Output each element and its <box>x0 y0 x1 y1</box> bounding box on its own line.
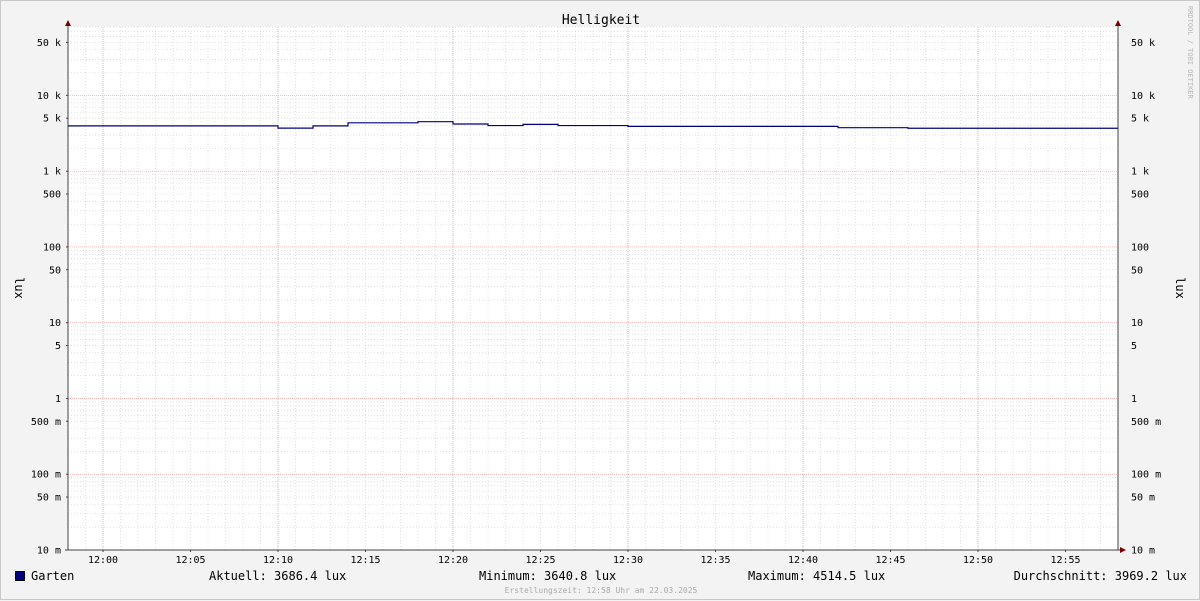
y-tick-label-right: 50 <box>1131 265 1143 276</box>
x-tick-label: 12:05 <box>175 555 205 566</box>
stat-minimum: Minimum: 3640.8 lux <box>479 569 617 583</box>
legend-swatch <box>15 571 25 581</box>
y-axis-arrow-left <box>65 20 71 26</box>
y-tick-label-left: 1 <box>55 394 61 405</box>
x-tick-label: 12:55 <box>1050 555 1080 566</box>
x-tick-label: 12:20 <box>438 555 468 566</box>
y-tick-label-left: 5 k <box>43 114 61 125</box>
stat-current: Aktuell: 3686.4 lux <box>209 569 347 583</box>
y-tick-label-right: 10 m <box>1131 546 1155 557</box>
y-tick-label-right: 50 k <box>1131 38 1155 49</box>
y-tick-label-left: 500 m <box>31 417 61 428</box>
x-tick-label: 12:00 <box>88 555 118 566</box>
x-tick-label: 12:25 <box>525 555 555 566</box>
chart-svg: 50 k 50 k 10 k 10 k 5 k 5 k 1 k 1 k 500 500 100 100… <box>12 6 1194 566</box>
rrdtool-watermark: RRDTOOL / TOBI OETIKER <box>1186 6 1194 100</box>
x-tick-label: 12:45 <box>875 555 905 566</box>
y-tick-label-left: 50 k <box>37 38 61 49</box>
y-tick-label-right: 100 m <box>1131 470 1161 481</box>
y-tick-label-right: 100 <box>1131 242 1149 253</box>
y-tick-label-right: 50 m <box>1131 493 1155 504</box>
y-axis-label-right: lux <box>1173 277 1187 299</box>
x-tick-label: 12:10 <box>263 555 293 566</box>
y-tick-label-left: 100 <box>43 242 61 253</box>
graph-frame: 50 k 50 k 10 k 10 k 5 k 5 k 1 k 1 k 500 500 100 100… <box>0 0 1200 600</box>
y-tick-label-left: 10 <box>49 318 61 329</box>
y-tick-label-left: 10 m <box>37 546 61 557</box>
stat-average: Durchschnitt: 3969.2 lux <box>1013 569 1187 583</box>
legend-series-name: Garten <box>31 569 75 583</box>
y-tick-label-left: 1 k <box>43 167 61 178</box>
creation-timestamp: Erstellungszeit: 12:58 Uhr am 22.03.2025 <box>504 586 698 595</box>
y-tick-label-right: 5 k <box>1131 114 1149 125</box>
y-tick-label-left: 10 k <box>37 91 61 102</box>
x-tick-label: 12:30 <box>613 555 643 566</box>
x-tick-label: 12:15 <box>350 555 380 566</box>
x-tick-label: 12:35 <box>700 555 730 566</box>
x-tick-label: 12:40 <box>788 555 818 566</box>
x-tick-label: 12:50 <box>963 555 993 566</box>
chart-title: Helligkeit <box>562 13 640 28</box>
x-axis-arrow <box>1120 547 1126 553</box>
y-tick-label-left: 50 <box>49 265 61 276</box>
y-tick-label-right: 5 <box>1131 341 1137 352</box>
y-axis-arrow-right <box>1115 20 1121 26</box>
y-tick-label-right: 10 <box>1131 318 1143 329</box>
y-axis-label-left: lux <box>12 277 26 299</box>
y-tick-label-right: 1 k <box>1131 167 1149 178</box>
legend: Garten Aktuell: 3686.4 lux Minimum: 3640… <box>15 569 1187 585</box>
y-tick-label-right: 10 k <box>1131 91 1155 102</box>
y-tick-label-right: 1 <box>1131 394 1137 405</box>
y-tick-label-left: 500 <box>43 189 61 200</box>
y-tick-label-left: 50 m <box>37 493 61 504</box>
y-tick-label-left: 5 <box>55 341 61 352</box>
stat-maximum: Maximum: 4514.5 lux <box>748 569 886 583</box>
y-tick-label-right: 500 <box>1131 189 1149 200</box>
y-tick-label-right: 500 m <box>1131 417 1161 428</box>
y-tick-label-left: 100 m <box>31 470 61 481</box>
